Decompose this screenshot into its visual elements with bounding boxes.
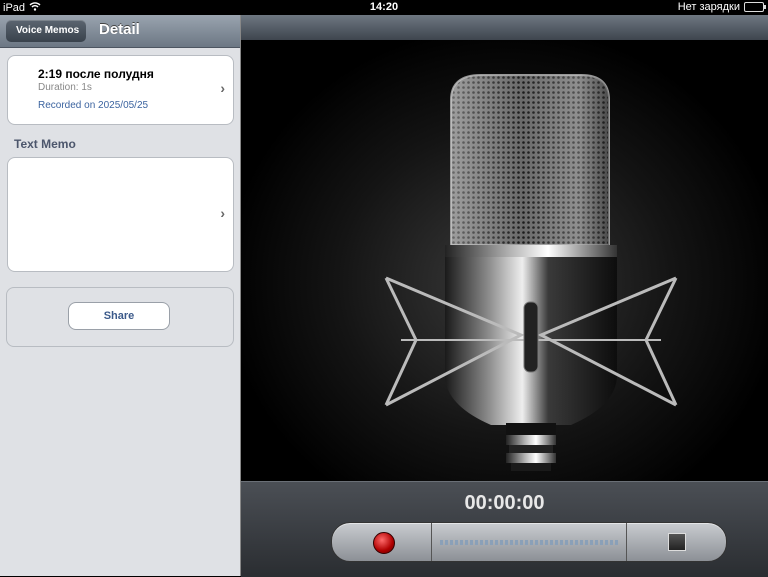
level-meter: [432, 523, 627, 561]
page-title: Detail: [99, 21, 140, 38]
back-button[interactable]: Voice Memos: [6, 20, 87, 42]
transport-bar: [331, 522, 727, 562]
text-memo-cell[interactable]: ›: [7, 157, 234, 272]
stop-button[interactable]: [628, 523, 726, 561]
battery-text: Нет зарядки: [677, 1, 740, 13]
microphone-image: [384, 74, 678, 471]
chevron-right-icon: ›: [220, 80, 225, 96]
microphone-stage: [241, 40, 768, 481]
memo-time: 2:19 после полудня: [38, 67, 154, 81]
recording-timer: 00:00:00: [464, 492, 545, 514]
recorder-toolbar: [241, 15, 768, 41]
stop-icon: [668, 533, 686, 551]
text-memo-label: Text Memo: [14, 137, 76, 151]
detail-panel: Voice Memos Detail 2:19 после полудня Du…: [0, 15, 241, 576]
status-bar: iPad 14:20 Нет зарядки: [0, 0, 768, 15]
record-button[interactable]: [332, 523, 432, 561]
share-button[interactable]: Share: [68, 302, 170, 330]
chevron-right-icon: ›: [220, 205, 225, 221]
memo-recorded-date: Recorded on 2025/05/25: [38, 100, 149, 111]
share-group: Share: [6, 287, 234, 347]
memo-duration: Duration: 1s: [38, 82, 92, 93]
status-time: 14:20: [369, 1, 399, 13]
level-meter-bar: [440, 540, 618, 545]
status-right: Нет зарядки: [677, 1, 766, 13]
memo-info-cell[interactable]: 2:19 после полудня Duration: 1s Recorded…: [7, 55, 234, 125]
navigation-bar: Voice Memos Detail: [0, 15, 240, 48]
record-icon: [373, 532, 395, 554]
recorder-controls: 00:00:00: [241, 481, 768, 577]
battery-icon: [744, 2, 766, 12]
